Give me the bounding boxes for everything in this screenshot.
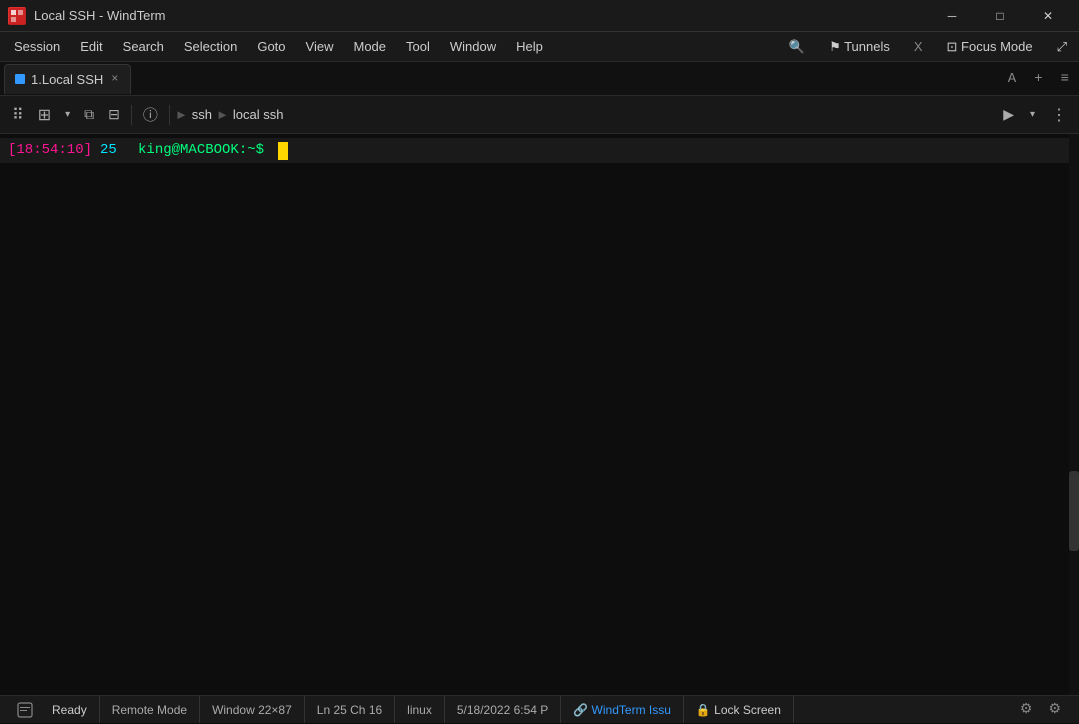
toolbar-sep-1 bbox=[131, 105, 132, 125]
breadcrumb: ► ssh ► local ssh bbox=[175, 107, 995, 122]
font-size-btn[interactable]: A bbox=[1002, 69, 1022, 89]
tab-local-ssh[interactable]: 1.Local SSH × bbox=[4, 64, 131, 94]
status-bar: Ready Remote Mode Window 22×87 Ln 25 Ch … bbox=[0, 695, 1079, 723]
prompt-space bbox=[264, 140, 272, 161]
menu-mode[interactable]: Mode bbox=[343, 35, 396, 58]
breadcrumb-local-ssh: local ssh bbox=[233, 107, 284, 122]
scrollbar-thumb[interactable] bbox=[1069, 471, 1079, 551]
tab-bar-right: A + ≡ bbox=[1002, 69, 1075, 89]
tab-label: 1.Local SSH bbox=[31, 72, 103, 87]
split-vertical-btn[interactable]: ⊟ bbox=[102, 102, 126, 127]
prompt-line-number: 25 bbox=[100, 140, 130, 161]
window-title: Local SSH - WindTerm bbox=[34, 8, 929, 23]
menu-tool[interactable]: Tool bbox=[396, 35, 440, 58]
terminal-scrollbar[interactable] bbox=[1069, 134, 1079, 695]
status-os: linux bbox=[395, 696, 445, 723]
terminal-icon-btn[interactable] bbox=[10, 696, 40, 724]
menu-session[interactable]: Session bbox=[4, 35, 70, 58]
status-cursor-pos: Ln 25 Ch 16 bbox=[305, 696, 395, 723]
menu-right: 🔍 ⚑ Tunnels X ⊡ Focus Mode ⤢ bbox=[781, 36, 1075, 58]
status-window-size: Window 22×87 bbox=[200, 696, 305, 723]
drag-handle[interactable]: ⠿ bbox=[6, 101, 30, 129]
tab-close-btn[interactable]: × bbox=[109, 72, 120, 86]
window-controls: ─ □ ✕ bbox=[929, 0, 1071, 32]
breadcrumb-ssh: ssh bbox=[192, 107, 212, 122]
terminal-area[interactable]: [18:54:10] 25 king@MACBOOK:~$ bbox=[0, 134, 1079, 695]
app-icon bbox=[8, 7, 26, 25]
status-left-icons bbox=[10, 696, 40, 724]
expand-icon-btn[interactable]: ⤢ bbox=[1049, 36, 1075, 58]
menu-window[interactable]: Window bbox=[440, 35, 506, 58]
menu-bar: Session Edit Search Selection Goto View … bbox=[0, 32, 1079, 62]
status-windterm-issue[interactable]: 🔗 WindTerm Issu bbox=[561, 696, 684, 723]
split-horizontal-btn[interactable]: ⧉ bbox=[78, 102, 100, 127]
run-dropdown-btn[interactable]: ▾ bbox=[1024, 105, 1041, 124]
tab-bar: 1.Local SSH × A + ≡ bbox=[0, 62, 1079, 96]
menu-goto[interactable]: Goto bbox=[247, 35, 295, 58]
breadcrumb-arrow-1: ► bbox=[216, 107, 229, 122]
terminal-prompt-line: [18:54:10] 25 king@MACBOOK:~$ bbox=[0, 138, 1079, 163]
new-tab-btn[interactable]: + bbox=[1028, 69, 1048, 89]
toolbar: ⠿ ⊞ ▾ ⧉ ⊟ ⓘ ► ssh ► local ssh ▶ ▾ ⋮ bbox=[0, 96, 1079, 134]
settings-gear-icon[interactable]: ⚙ bbox=[1012, 701, 1041, 718]
menu-selection[interactable]: Selection bbox=[174, 35, 247, 58]
tab-menu-btn[interactable]: ≡ bbox=[1055, 69, 1075, 89]
menu-search[interactable]: Search bbox=[113, 35, 174, 58]
more-options-btn[interactable]: ⋮ bbox=[1045, 101, 1073, 129]
new-session-btn[interactable]: ⊞ bbox=[32, 101, 57, 129]
maximize-button[interactable]: □ bbox=[977, 0, 1023, 32]
close-button[interactable]: ✕ bbox=[1025, 0, 1071, 32]
prompt-timestamp: [18:54:10] bbox=[8, 140, 92, 161]
status-ready: Ready bbox=[40, 696, 100, 723]
tunnels-btn[interactable]: ⚑ Tunnels bbox=[821, 36, 898, 58]
tab-indicator bbox=[15, 74, 25, 84]
toolbar-sep-2 bbox=[169, 105, 170, 125]
status-lock-screen[interactable]: 🔒 Lock Screen bbox=[684, 696, 794, 723]
info-btn[interactable]: ⓘ bbox=[137, 100, 164, 129]
prompt-user-host: king@MACBOOK:~$ bbox=[138, 140, 264, 161]
terminal-cursor bbox=[278, 142, 288, 160]
focus-mode-btn[interactable]: ⊡ Focus Mode bbox=[939, 36, 1041, 58]
menu-help[interactable]: Help bbox=[506, 35, 553, 58]
minimize-button[interactable]: ─ bbox=[929, 0, 975, 32]
search-icon-btn[interactable]: 🔍 bbox=[781, 36, 813, 58]
run-btn[interactable]: ▶ bbox=[997, 102, 1020, 127]
status-datetime: 5/18/2022 6:54 P bbox=[445, 696, 561, 723]
status-remote-mode: Remote Mode bbox=[100, 696, 200, 723]
status-right: ⚙ ⚙ bbox=[1012, 701, 1069, 718]
menu-edit[interactable]: Edit bbox=[70, 35, 112, 58]
breadcrumb-lead-arrow: ► bbox=[175, 107, 188, 122]
session-dropdown-btn[interactable]: ▾ bbox=[59, 105, 76, 124]
x-close-btn[interactable]: X bbox=[906, 36, 931, 57]
toolbar-right: ▶ ▾ ⋮ bbox=[997, 101, 1073, 129]
settings-icon-2[interactable]: ⚙ bbox=[1040, 701, 1069, 718]
title-bar: Local SSH - WindTerm ─ □ ✕ bbox=[0, 0, 1079, 32]
menu-view[interactable]: View bbox=[296, 35, 344, 58]
